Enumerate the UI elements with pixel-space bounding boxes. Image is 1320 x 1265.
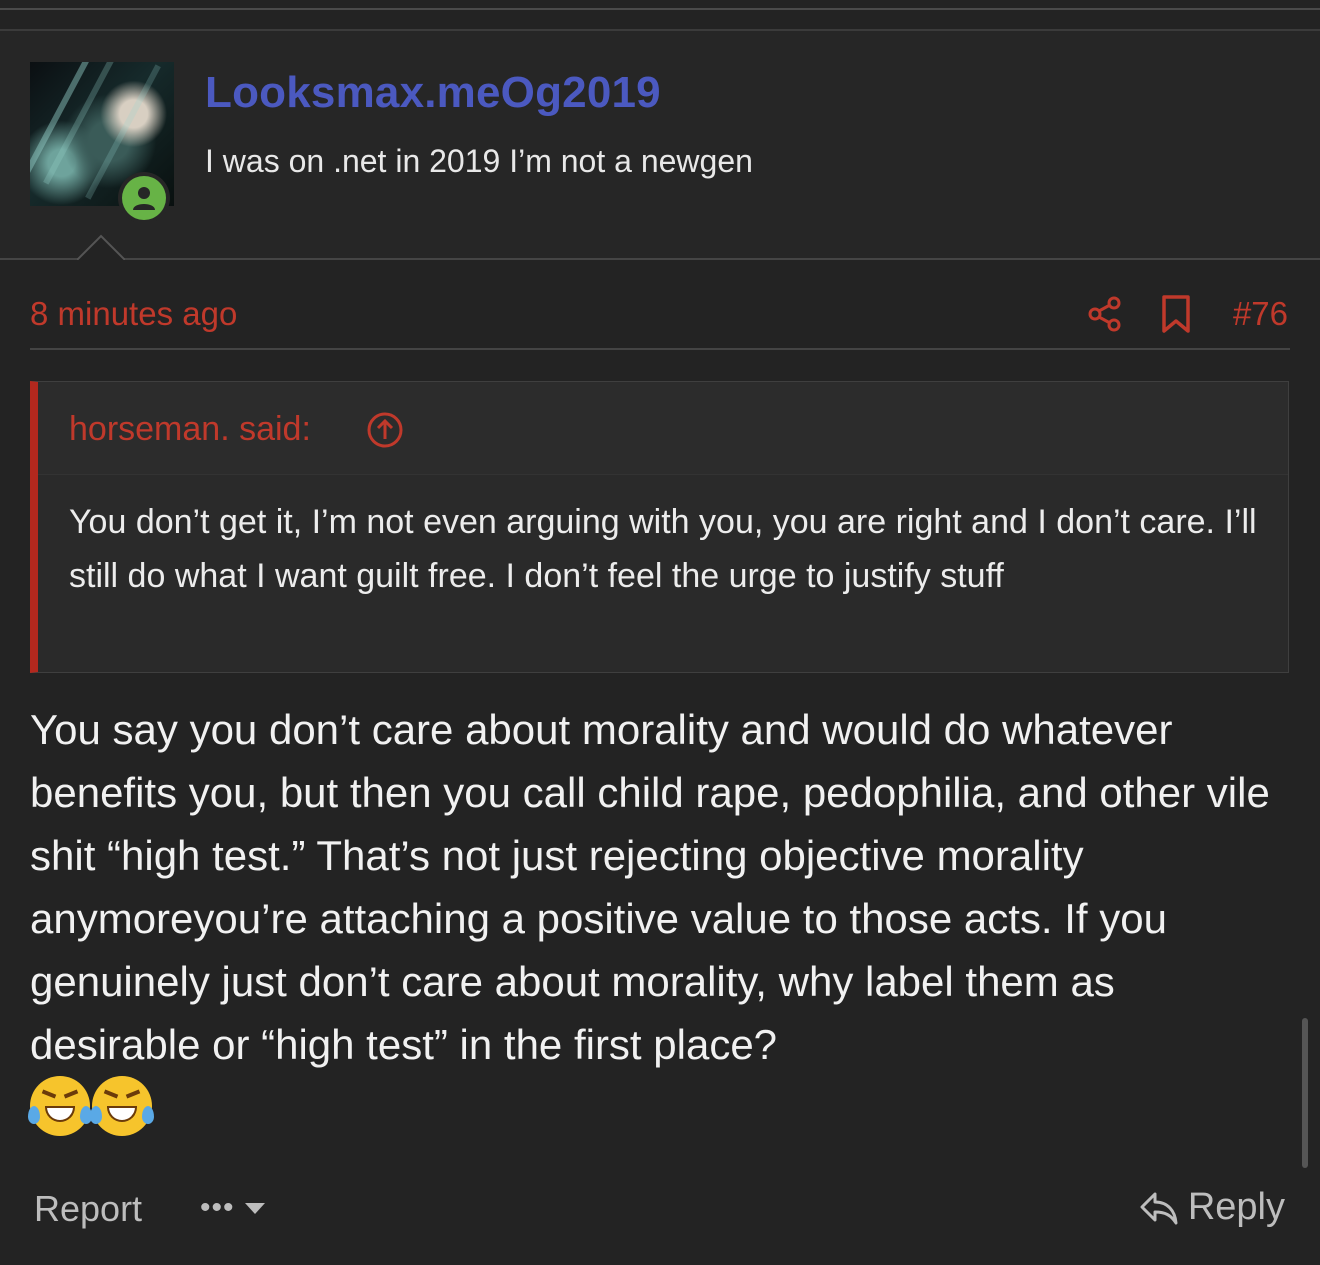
share-icon[interactable] xyxy=(1085,294,1125,334)
reply-arrow-icon xyxy=(1140,1192,1178,1224)
top-divider xyxy=(0,8,1320,10)
quote-text: You don’t get it, I’m not even arguing w… xyxy=(69,503,1257,595)
header-divider xyxy=(0,258,1320,260)
post-actions: #76 xyxy=(1085,294,1288,334)
bookmark-icon[interactable] xyxy=(1161,294,1191,334)
pointer-arrow xyxy=(77,234,125,260)
scrollbar[interactable] xyxy=(1302,1018,1308,1168)
author-username[interactable]: Looksmax.meOg2019 xyxy=(205,68,661,118)
post-timestamp[interactable]: 8 minutes ago xyxy=(30,295,237,333)
report-link[interactable]: Report xyxy=(34,1188,142,1230)
chevron-down-icon xyxy=(244,1203,265,1214)
more-options-menu[interactable]: ••• xyxy=(200,1191,267,1224)
arrow-up-circle-icon[interactable] xyxy=(366,411,404,449)
online-user-icon xyxy=(122,176,166,220)
meta-divider xyxy=(30,348,1290,350)
quote-header: horseman. said: xyxy=(38,382,1288,475)
laughing-crying-emoji xyxy=(90,1076,154,1136)
author-user-title: I was on .net in 2019 I’m not a newgen xyxy=(205,143,753,179)
message-text: You say you don’t care about morality an… xyxy=(30,706,1270,1068)
reply-label: Reply xyxy=(1187,1186,1285,1228)
post-number-link[interactable]: #76 xyxy=(1233,295,1288,333)
more-dots: ••• xyxy=(200,1191,235,1224)
online-status-badge xyxy=(118,172,170,224)
emoji-row xyxy=(28,1076,154,1136)
reply-button[interactable]: Reply xyxy=(1138,1186,1285,1229)
laughing-crying-emoji xyxy=(28,1076,92,1136)
quote-block: horseman. said: You don’t get it, I’m no… xyxy=(30,381,1289,673)
quote-author-link[interactable]: horseman. said: xyxy=(69,410,311,449)
